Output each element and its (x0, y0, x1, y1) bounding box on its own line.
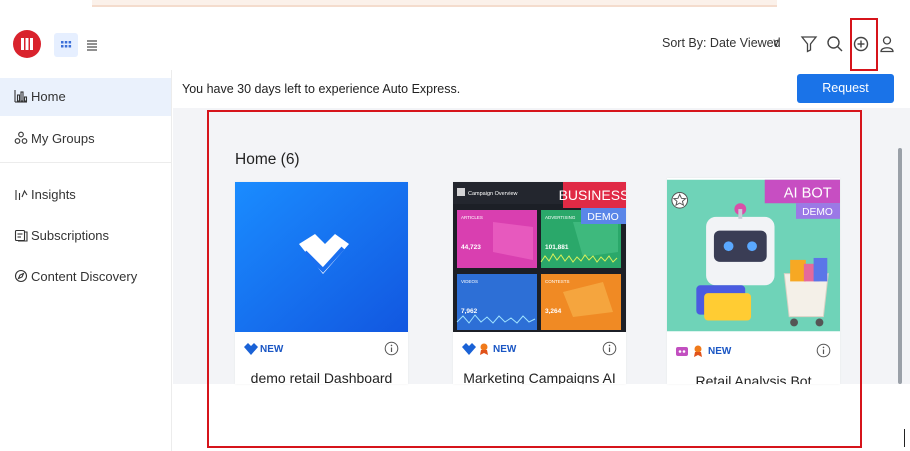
sidebar-item-label: Content Discovery (31, 269, 138, 284)
trial-message: You have 30 days left to experience Auto… (182, 82, 461, 96)
discovery-icon (14, 269, 28, 283)
sidebar-divider (0, 162, 171, 163)
top-bar: Sort By: Date Viewed ∨ (0, 12, 910, 70)
chevron-down-icon[interactable]: ∨ (772, 36, 780, 49)
sidebar-item-content-discovery[interactable]: Content Discovery (0, 258, 171, 296)
sidebar-item-insights[interactable]: Insights (0, 176, 171, 214)
top-strip (92, 0, 777, 7)
grid-view-button[interactable] (54, 33, 78, 57)
sidebar-item-label: My Groups (31, 131, 95, 146)
text-cursor (904, 429, 905, 447)
list-view-button[interactable] (80, 33, 104, 57)
sidebar-item-label: Insights (31, 187, 76, 202)
filter-icon[interactable] (799, 34, 819, 54)
insights-icon (15, 189, 28, 200)
search-icon[interactable] (825, 34, 845, 54)
vertical-scrollbar[interactable] (898, 148, 902, 384)
add-button-highlight (850, 18, 878, 71)
user-icon[interactable] (877, 34, 897, 54)
list-icon (87, 40, 97, 51)
home-chart-icon (14, 90, 28, 103)
sidebar: Home My Groups Insights Subscriptions Co… (0, 70, 172, 451)
grid-icon (61, 41, 72, 48)
sidebar-item-subscriptions[interactable]: Subscriptions (0, 217, 171, 255)
view-toggle (52, 33, 102, 57)
sidebar-item-label: Subscriptions (31, 228, 110, 243)
app-logo[interactable] (13, 30, 41, 58)
groups-icon (14, 131, 28, 144)
subscriptions-icon (14, 229, 28, 242)
sidebar-item-my-groups[interactable]: My Groups (0, 120, 171, 158)
cards-highlight (207, 110, 862, 448)
sidebar-item-label: Home (31, 89, 66, 104)
request-upgrade-button[interactable]: Request Upgrade (797, 74, 894, 124)
sort-select[interactable]: Sort By: Date Viewed (662, 36, 781, 50)
sidebar-item-home[interactable]: Home (0, 78, 171, 116)
